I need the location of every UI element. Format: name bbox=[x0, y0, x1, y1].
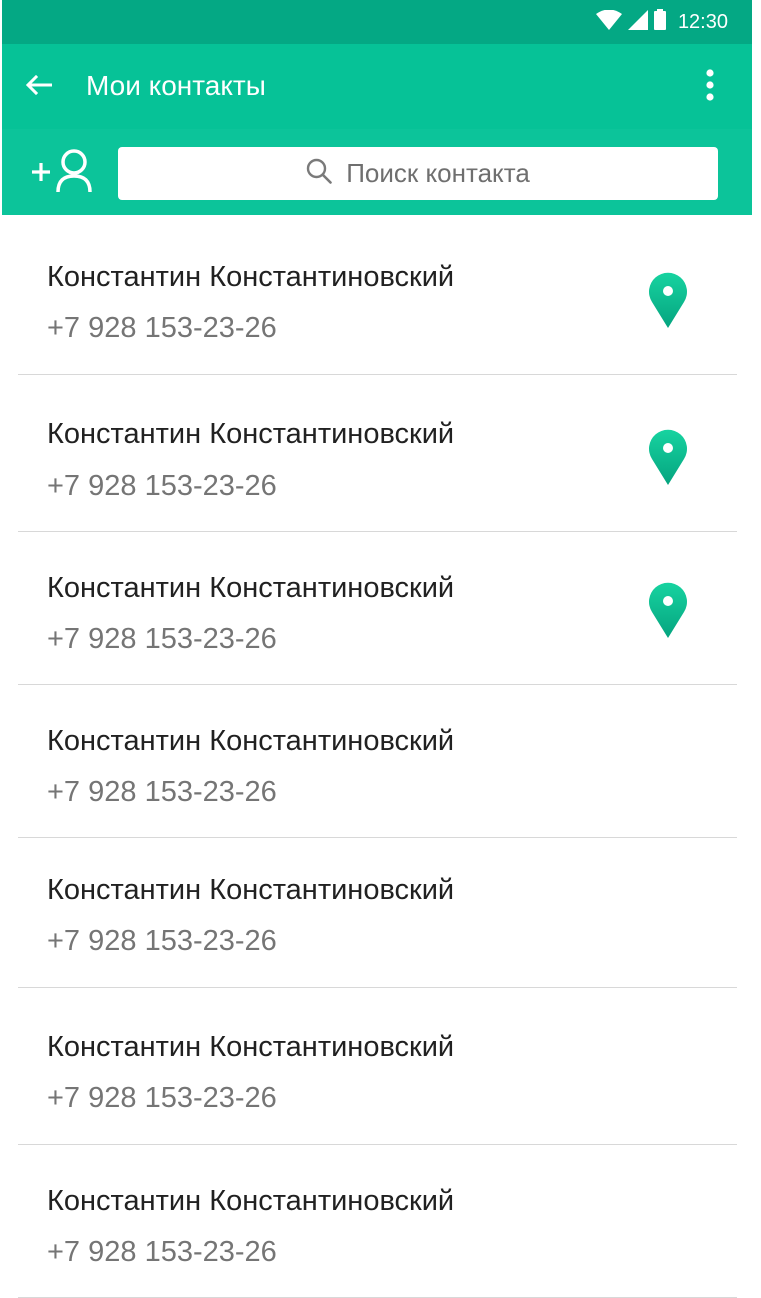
contact-row[interactable]: Константин Константиновский +7 928 153-23… bbox=[18, 375, 737, 532]
search-input[interactable]: Поиск контакта bbox=[118, 147, 718, 200]
arrow-back-icon bbox=[25, 74, 53, 100]
contact-name: Константин Константиновский bbox=[47, 572, 455, 604]
contact-row[interactable]: Константин Константиновский +7 928 153-23… bbox=[18, 685, 737, 838]
search-placeholder: Поиск контакта bbox=[346, 158, 530, 188]
contact-name: Константин Константиновский bbox=[47, 725, 455, 757]
signal-icon bbox=[627, 9, 648, 35]
back-button[interactable] bbox=[16, 64, 62, 110]
contact-name: Константин Константиновский bbox=[47, 874, 455, 906]
contact-phone: +7 928 153-23-26 bbox=[47, 470, 277, 502]
search-bar: Поиск контакта bbox=[2, 129, 752, 215]
status-time: 12:30 bbox=[677, 10, 728, 33]
contact-row[interactable]: Константин Константиновский +7 928 153-23… bbox=[18, 532, 737, 685]
contact-row[interactable]: Константин Константиновский +7 928 153-23… bbox=[18, 215, 737, 375]
contact-name: Константин Константиновский bbox=[47, 1031, 455, 1063]
add-contact-button[interactable] bbox=[28, 147, 96, 197]
contact-name: Константин Константиновский bbox=[47, 418, 455, 450]
contacts-list: Константин Константиновский +7 928 153-23… bbox=[18, 215, 737, 1298]
contact-name: Константин Константиновский bbox=[47, 1185, 455, 1217]
app-bar: Мои контакты bbox=[2, 44, 752, 129]
location-pin-icon[interactable] bbox=[647, 581, 689, 639]
wifi-icon bbox=[595, 9, 622, 35]
location-pin-icon[interactable] bbox=[647, 271, 689, 329]
contact-row[interactable]: Константин Константиновский +7 928 153-23… bbox=[18, 1145, 737, 1298]
page-title: Мои контакты bbox=[86, 70, 266, 101]
contact-row[interactable]: Константин Константиновский +7 928 153-23… bbox=[18, 988, 737, 1145]
overflow-menu-button[interactable] bbox=[690, 64, 730, 110]
contact-phone: +7 928 153-23-26 bbox=[47, 776, 277, 808]
contact-row[interactable]: Константин Константиновский +7 928 153-23… bbox=[18, 838, 737, 988]
status-icons: 12:30 bbox=[595, 9, 728, 35]
contact-phone: +7 928 153-23-26 bbox=[47, 623, 277, 655]
search-icon bbox=[306, 158, 333, 189]
location-pin-icon[interactable] bbox=[647, 428, 689, 486]
contact-phone: +7 928 153-23-26 bbox=[47, 1236, 277, 1268]
contact-phone: +7 928 153-23-26 bbox=[47, 1082, 277, 1114]
contact-name: Константин Константиновский bbox=[47, 261, 455, 293]
status-bar: 12:30 bbox=[2, 0, 752, 44]
battery-icon bbox=[653, 9, 666, 35]
more-vert-icon bbox=[705, 68, 715, 106]
contact-phone: +7 928 153-23-26 bbox=[47, 312, 277, 344]
add-person-icon bbox=[30, 146, 94, 199]
contact-phone: +7 928 153-23-26 bbox=[47, 925, 277, 957]
